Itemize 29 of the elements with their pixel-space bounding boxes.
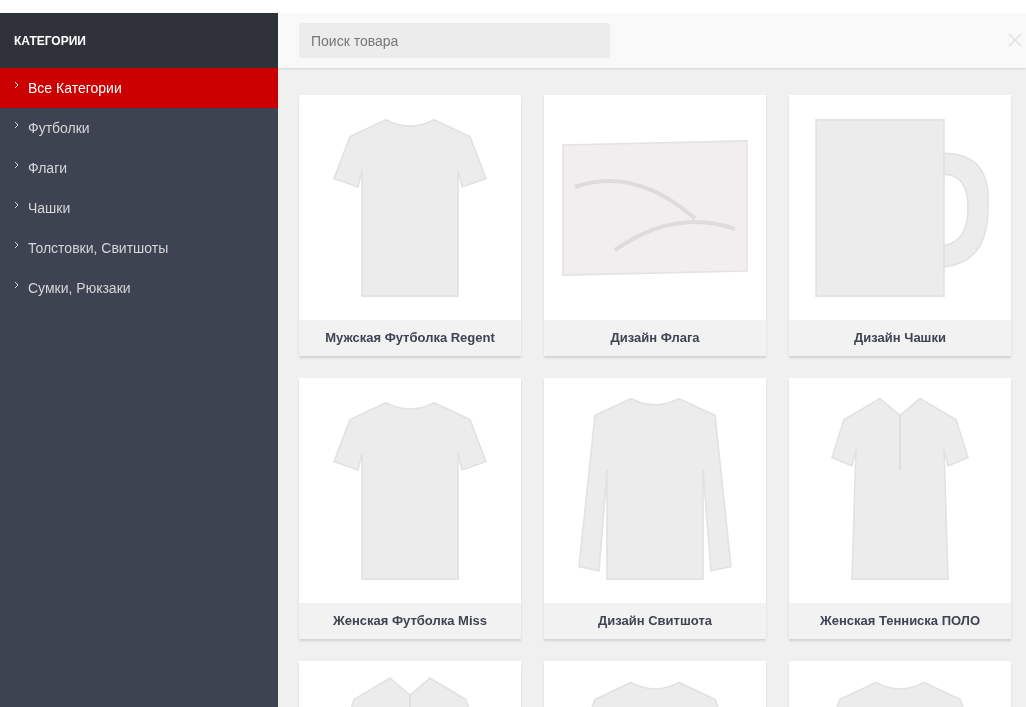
product-image[interactable] <box>789 378 1011 603</box>
chevron-right-icon <box>14 241 19 249</box>
product-image[interactable] <box>544 661 766 707</box>
product-image[interactable] <box>789 95 1011 320</box>
sidebar-title: КАТЕГОРИИ <box>14 32 86 50</box>
product-title[interactable]: Женская Тенниска ПОЛО <box>789 603 1011 639</box>
chevron-right-icon <box>14 281 19 289</box>
chevron-right-icon <box>14 161 19 169</box>
product-image[interactable] <box>544 378 766 603</box>
chevron-right-icon <box>14 81 19 89</box>
product-image[interactable] <box>299 95 521 320</box>
chevron-right-icon <box>14 201 19 209</box>
category-item[interactable]: Все Категории <box>0 68 278 108</box>
product-image[interactable] <box>544 95 766 320</box>
category-item[interactable]: Сумки, Рюкзаки <box>0 268 278 308</box>
product-image[interactable] <box>299 378 521 603</box>
product-title[interactable]: Дизайн Флага <box>544 320 766 356</box>
search-field[interactable]: Поиск товара <box>299 23 610 58</box>
chevron-right-icon <box>14 121 19 129</box>
category-item[interactable]: Толстовки, Свитшоты <box>0 228 278 268</box>
product-title[interactable]: Дизайн Чашки <box>789 320 1011 356</box>
category-item[interactable]: Флаги <box>0 148 278 188</box>
product-image[interactable] <box>789 661 1011 707</box>
category-item[interactable]: Чашки <box>0 188 278 228</box>
product-title[interactable]: Мужская Футболка Regent <box>299 320 521 356</box>
product-title[interactable]: Женская Футболка Miss <box>299 603 521 639</box>
product-title[interactable]: Дизайн Свитшота <box>544 603 766 639</box>
product-image[interactable] <box>299 661 521 707</box>
category-item[interactable]: Футболки <box>0 108 278 148</box>
